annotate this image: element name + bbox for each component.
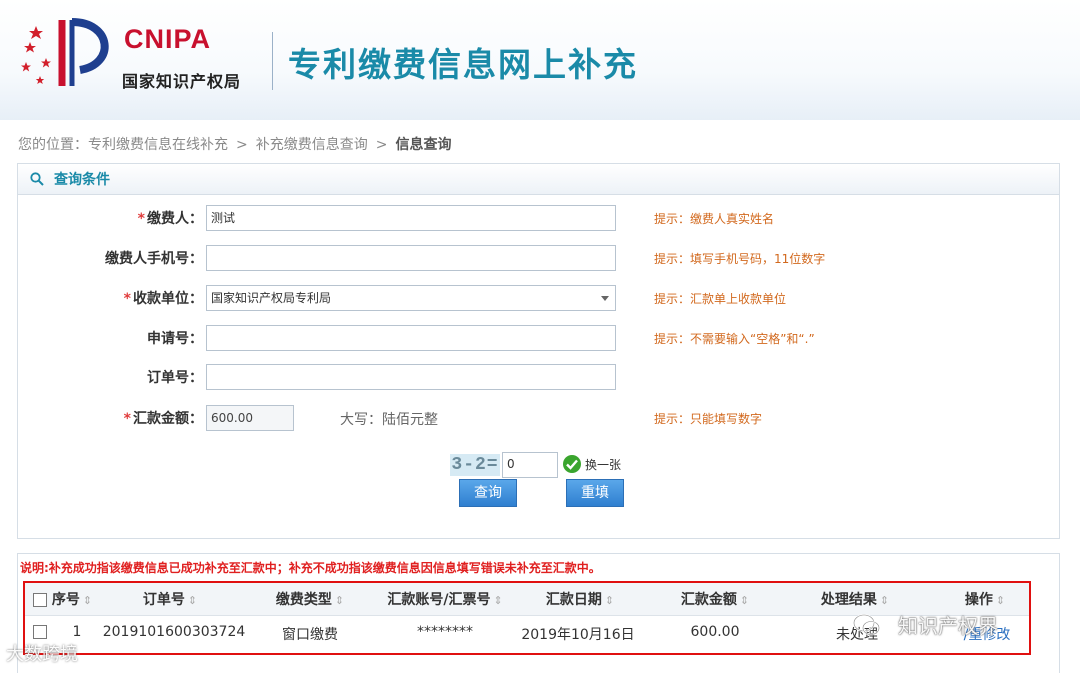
column-header-label: 处理结果 (820, 592, 877, 608)
cell-index: 1 (72, 624, 82, 640)
sort-icon: ⇕ (879, 594, 890, 607)
reset-button[interactable]: 重填 (566, 479, 624, 507)
watermark-bottom-left: 大数跨境 (6, 644, 78, 665)
payee-label-text: 收款单位： (133, 291, 203, 307)
breadcrumb-separator: > (236, 137, 248, 153)
search-icon (30, 172, 44, 186)
breadcrumb: 您的位置：专利缴费信息在线补充 > 补充缴费信息查询 > 信息查询 (18, 134, 451, 154)
sort-icon: ⇕ (187, 594, 198, 607)
cell-payment-type: 窗口缴费 (282, 627, 338, 643)
amount-row: * 汇款金额： 600.00 大写：陆佰元整 提示：只能填写数字 (18, 405, 1059, 431)
required-mark: * (123, 411, 131, 427)
column-header-label: 汇款日期 (545, 592, 602, 608)
payee-selected-value: 国家知识产权局专利局 (211, 291, 332, 305)
amount-label-text: 汇款金额： (133, 411, 203, 427)
breadcrumb-separator: > (375, 137, 388, 153)
phone-label: 缴费人手机号： (105, 251, 203, 267)
logo-chinese-text: 国家知识产权局 (122, 72, 242, 91)
column-header-order-no[interactable]: 订单号 ⇕ (143, 589, 197, 609)
payee-row: * 收款单位： 国家知识产权局专利局 提示：汇款单上收款单位 (18, 285, 1059, 311)
column-header-remit-date[interactable]: 汇款日期 ⇕ (546, 589, 614, 609)
column-header-label: 订单号 (142, 592, 185, 608)
captcha-image: 3-2= (450, 454, 500, 476)
page-header: CNIPA 国家知识产权局 专利缴费信息网上补充 (0, 0, 1080, 120)
order-no-row: 订单号： (18, 364, 1059, 390)
refresh-captcha-link[interactable]: 换一张 (585, 456, 621, 473)
select-all-checkbox[interactable] (33, 593, 47, 607)
cell-amount: 600.00 (690, 624, 740, 640)
cell-account-no: ******** (417, 624, 473, 640)
payee-hint: 提示：汇款单上收款单位 (654, 292, 787, 306)
column-header-label: 汇款金额 (680, 592, 737, 608)
column-header-label: 缴费类型 (275, 592, 332, 608)
amount-input[interactable]: 600.00 (206, 405, 294, 431)
payer-hint: 提示：缴费人真实姓名 (654, 212, 775, 226)
column-header-amount[interactable]: 汇款金额 ⇕ (681, 589, 749, 609)
order-no-label: 订单号： (147, 370, 203, 386)
amount-hint: 提示：只能填写数字 (654, 412, 763, 426)
breadcrumb-prefix: 您的位置： (18, 137, 88, 153)
payee-select[interactable]: 国家知识产权局专利局 (206, 285, 616, 311)
application-no-row: 申请号： 提示：不需要输入“空格”和“.” (18, 325, 1059, 351)
logo-english-text: CNIPA (124, 24, 212, 54)
payee-label: * 收款单位： (124, 288, 203, 308)
sort-icon: ⇕ (739, 594, 750, 607)
query-panel: 查询条件 * 缴费人： 测试 提示：缴费人真实姓名 缴费人手机号： 提示：填写手机… (17, 163, 1060, 539)
query-panel-title: 查询条件 (54, 172, 110, 188)
amount-capital-text: 大写：陆佰元整 (340, 412, 438, 428)
phone-input[interactable] (206, 245, 616, 271)
column-header-payment-type[interactable]: 缴费类型 ⇕ (276, 589, 344, 609)
column-header-index[interactable]: 序号 ⇕ (52, 589, 92, 609)
application-no-label: 申请号： (147, 331, 203, 347)
chevron-down-icon (601, 296, 609, 301)
site-title: 专利缴费信息网上补充 (288, 45, 638, 84)
sort-icon: ⇕ (82, 594, 93, 607)
column-header-result[interactable]: 处理结果 ⇕ (821, 589, 889, 609)
breadcrumb-item-supplement-query[interactable]: 补充缴费信息查询 (256, 137, 368, 153)
payer-input[interactable]: 测试 (206, 205, 616, 231)
wechat-icon (853, 614, 880, 636)
breadcrumb-item-online-supplement[interactable]: 专利缴费信息在线补充 (88, 137, 228, 153)
amount-label: * 汇款金额： (124, 408, 203, 428)
payer-label: * 缴费人： (138, 208, 203, 228)
check-icon[interactable] (562, 454, 582, 474)
column-header-label: 汇款账号/汇票号 (387, 592, 491, 608)
row-checkbox[interactable] (33, 625, 47, 639)
order-no-input[interactable] (206, 364, 616, 390)
captcha-input[interactable]: 0 (502, 452, 558, 478)
column-header-label: 序号 (51, 592, 80, 608)
header-divider (272, 32, 273, 90)
application-no-input[interactable] (206, 325, 616, 351)
sort-icon: ⇕ (995, 594, 1006, 607)
application-no-hint: 提示：不需要输入“空格”和“.” (654, 332, 815, 346)
sort-icon: ⇕ (604, 594, 615, 607)
sort-icon: ⇕ (493, 594, 503, 607)
column-header-label: 操作 (964, 592, 993, 608)
results-note: 说明:补充成功指该缴费信息已成功补充至汇款中；补充不成功指该缴费信息因信息填写错… (20, 561, 601, 575)
column-header-account-no[interactable]: 汇款账号/汇票号 ⇕ (387, 589, 502, 609)
query-button[interactable]: 查询 (459, 479, 517, 507)
payer-row: * 缴费人： 测试 提示：缴费人真实姓名 (18, 205, 1059, 231)
cnipa-logo: CNIPA 国家知识产权局 (20, 14, 260, 94)
query-panel-header: 查询条件 (18, 164, 1059, 195)
cnipa-emblem-icon (21, 18, 109, 86)
sort-icon: ⇕ (334, 594, 345, 607)
column-header-action[interactable]: 操作 ⇕ (965, 589, 1005, 609)
watermark-text: 知识产权界 (898, 614, 998, 638)
required-mark: * (123, 291, 131, 307)
phone-row: 缴费人手机号： 提示：填写手机号码，11位数字 (18, 245, 1059, 271)
cell-order-no: 2019101600303724 (102, 624, 246, 640)
cell-remit-date: 2019年10月16日 (521, 627, 635, 643)
phone-hint: 提示：填写手机号码，11位数字 (654, 252, 826, 266)
required-mark: * (137, 211, 145, 227)
payer-label-text: 缴费人： (147, 211, 203, 227)
breadcrumb-item-current: 信息查询 (395, 137, 452, 153)
